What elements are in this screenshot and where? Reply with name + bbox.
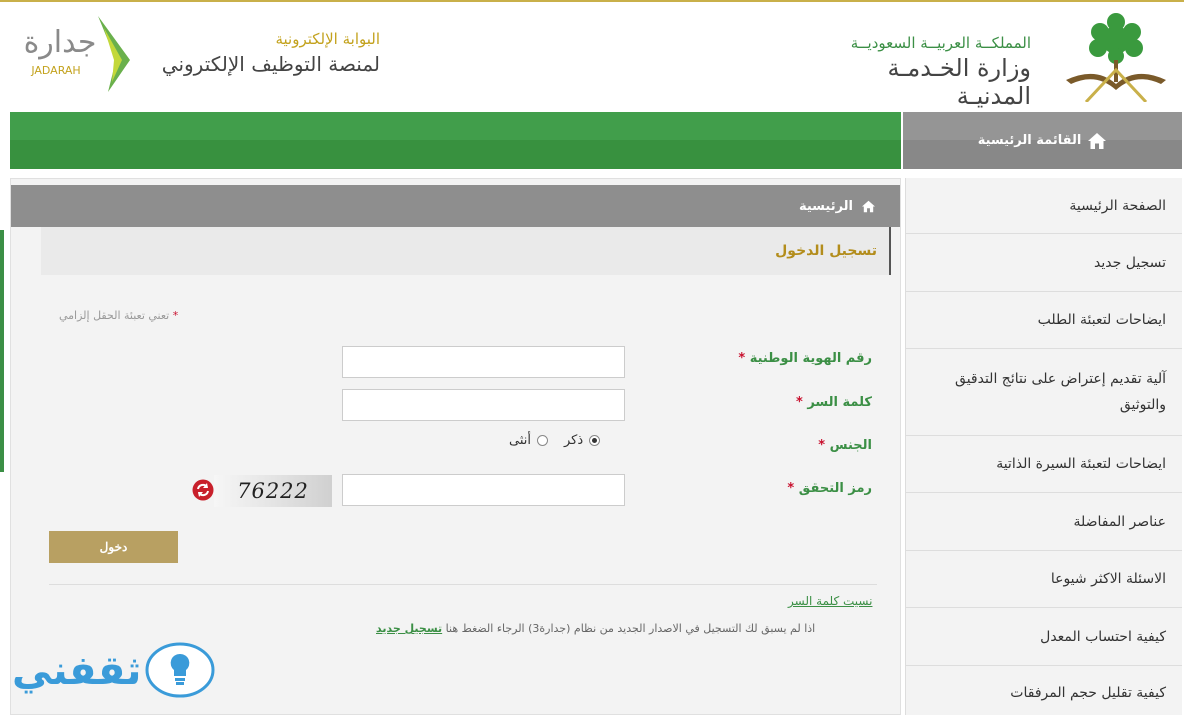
captcha-label: رمز التحقق * [787, 481, 872, 496]
forgot-password-link[interactable]: نسيت كلمة السر [788, 594, 872, 608]
required-star: * [172, 309, 179, 322]
sidebar: الصفحة الرئيسية تسجيل جديد ايضاحات لتعبئ… [905, 178, 1182, 715]
watermark: ثقفني [12, 640, 215, 704]
password-label: كلمة السر * [796, 395, 872, 410]
jadarah-portal-label: البوابة الإلكترونية [275, 30, 380, 48]
sidebar-item-objection[interactable]: آلية تقديم إعتراض على نتائج التدقيق والت… [906, 349, 1182, 436]
ministry-country: المملكــة العربيــة السعوديــة [850, 34, 1031, 52]
navbar-top-band [10, 112, 901, 140]
main-menu-label: القائمة الرئيسية [977, 133, 1082, 148]
gender-label: الجنس * [818, 438, 872, 453]
ministry-emblem-icon [1066, 13, 1166, 102]
ministry-name: وزارة الخـدمـة المدنيـة [887, 54, 1032, 110]
jadarah-logo-icon: جدارة JADARAH [24, 16, 130, 92]
home-icon [1088, 132, 1107, 149]
main-content: الرئيسية تسجيل الدخول * تعني تعبئة الحقل… [10, 178, 901, 715]
home-icon [862, 200, 875, 212]
lightbulb-icon [145, 642, 215, 698]
sidebar-item-reduce-attachments[interactable]: كيفية تقليل حجم المرفقات [906, 666, 1182, 715]
page-title: تسجيل الدخول [775, 243, 877, 259]
main-menu-button[interactable]: القائمة الرئيسية [903, 112, 1182, 169]
captcha-image: 76222 [214, 475, 332, 507]
sidebar-item-cv-guide[interactable]: ايضاحات لتعبئة السيرة الذاتية [906, 436, 1182, 493]
register-note: اذا لم يسبق لك التسجيل في الاصدار الجديد… [376, 622, 815, 635]
breadcrumb-home[interactable]: الرئيسية [799, 199, 853, 214]
gender-female-option[interactable]: أنثى [509, 433, 548, 448]
jadarah-platform-label: لمنصة التوظيف الإلكتروني [161, 52, 380, 76]
sidebar-item-faq[interactable]: الاسئلة الاكثر شيوعا [906, 551, 1182, 608]
left-edge-strip [0, 230, 4, 472]
watermark-text: ثقفني [12, 648, 142, 694]
top-navbar [10, 112, 901, 169]
sidebar-item-register[interactable]: تسجيل جديد [906, 234, 1182, 292]
form-divider [49, 584, 877, 585]
gender-male-option[interactable]: ذكر [564, 433, 601, 448]
sidebar-item-application-guide[interactable]: ايضاحات لتعبئة الطلب [906, 292, 1182, 349]
login-button[interactable]: دخول [49, 531, 178, 563]
ministry-branding[interactable]: المملكــة العربيــة السعوديــة وزارة الخ… [816, 10, 1176, 110]
register-note-text: اذا لم يسبق لك التسجيل في الاصدار الجديد… [445, 622, 816, 635]
national-id-input[interactable] [342, 346, 625, 378]
login-title-bar: تسجيل الدخول [41, 227, 891, 275]
breadcrumb: الرئيسية [11, 185, 900, 227]
gender-female-radio[interactable] [537, 435, 548, 446]
refresh-captcha-icon[interactable] [192, 479, 214, 501]
jadarah-branding[interactable]: جدارة JADARAH البوابة الإلكترونية لمنصة … [20, 12, 390, 102]
site-header: المملكــة العربيــة السعوديــة وزارة الخ… [0, 2, 1184, 110]
captcha-input[interactable] [342, 474, 625, 506]
gender-radio-group: ذكر أنثى [509, 433, 601, 448]
jadarah-logo-en: JADARAH [30, 64, 80, 77]
required-note-text: تعني تعبئة الحقل إلزامي [59, 309, 170, 322]
navbar-bottom-band [10, 140, 901, 169]
register-link[interactable]: تسجيل جديد [376, 622, 442, 635]
national-id-label: رقم الهوية الوطنية * [738, 351, 872, 366]
sidebar-item-preference-criteria[interactable]: عناصر المفاضلة [906, 493, 1182, 551]
sidebar-item-home[interactable]: الصفحة الرئيسية [906, 178, 1182, 234]
gender-male-radio[interactable] [589, 435, 601, 446]
password-input[interactable] [342, 389, 625, 421]
jadarah-logo-ar: جدارة [24, 25, 97, 60]
required-field-note: * تعني تعبئة الحقل إلزامي [59, 309, 178, 322]
sidebar-item-gpa-calc[interactable]: كيفية احتساب المعدل [906, 608, 1182, 666]
